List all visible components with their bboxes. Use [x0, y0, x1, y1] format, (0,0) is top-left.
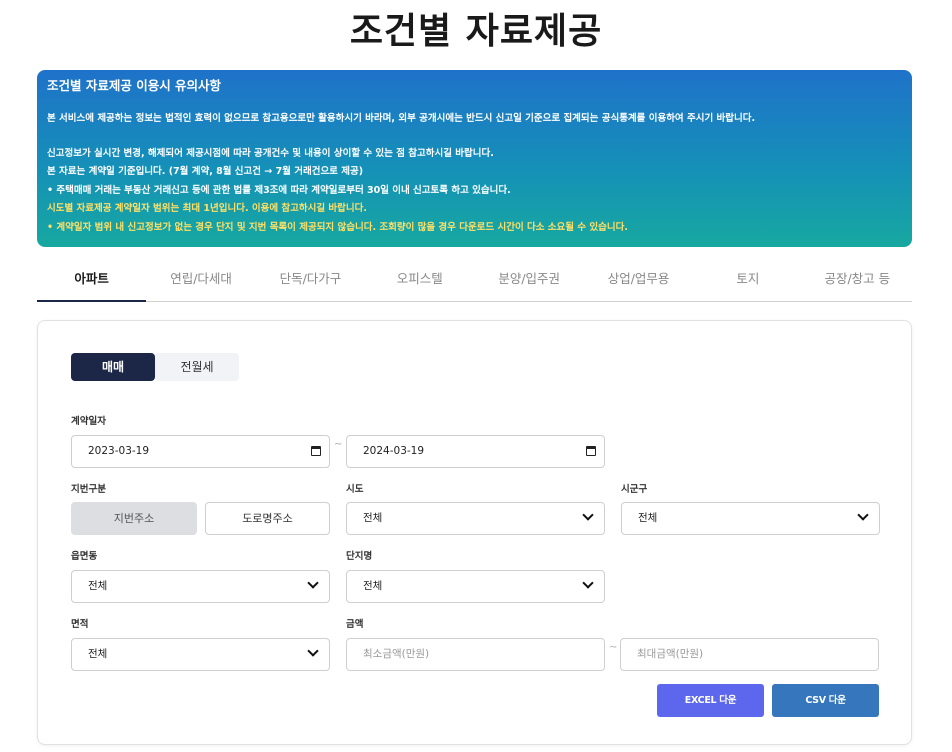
- notice-line-3: 본 자료는 계약일 기준입니다. (7월 계약, 8월 신고건 → 7월 거래건…: [47, 166, 364, 177]
- sale-button[interactable]: 매매: [71, 353, 155, 381]
- complex-select[interactable]: 전체: [346, 570, 605, 603]
- area-label: 면적: [71, 619, 89, 630]
- sido-select[interactable]: 전체: [346, 502, 605, 535]
- property-type-tabs: 아파트 연립/다세대 단독/다가구 오피스텔 분양/입주권 상업/업무용 토지 …: [37, 262, 912, 302]
- complex-label: 단지명: [346, 551, 373, 562]
- sigungu-value: 전체: [638, 512, 658, 524]
- lot-type-label: 지번구분: [71, 484, 106, 495]
- sido-value: 전체: [363, 512, 383, 524]
- excel-download-button[interactable]: EXCEL 다운: [657, 684, 764, 717]
- road-address-button[interactable]: 도로명주소: [205, 502, 330, 535]
- notice-line-4: • 주택매매 거래는 부동산 거래신고 등에 관한 법률 제3조에 따라 계약일…: [47, 184, 511, 196]
- chevron-down-icon: [307, 645, 319, 657]
- date-from-value: 2023-03-19: [88, 445, 150, 457]
- sigungu-select[interactable]: 전체: [621, 502, 880, 535]
- sigungu-label: 시군구: [621, 484, 648, 495]
- amount-label: 금액: [346, 619, 364, 630]
- area-select[interactable]: 전체: [71, 638, 330, 671]
- date-to-value: 2024-03-19: [363, 445, 425, 457]
- chevron-down-icon: [582, 509, 594, 521]
- contract-date-label: 계약일자: [71, 416, 106, 427]
- date-to-input[interactable]: 2024-03-19: [346, 435, 605, 468]
- rent-button[interactable]: 전월세: [155, 353, 239, 381]
- chevron-down-icon: [857, 509, 869, 521]
- tab-presale-right[interactable]: 분양/입주권: [475, 262, 584, 301]
- notice-line-1: 본 서비스에 제공하는 정보는 법적인 효력이 없으므로 참고용으로만 활용하시…: [47, 113, 756, 124]
- eupmyeondong-value: 전체: [88, 580, 108, 592]
- notice-line-5: 시도별 자료제공 계약일자 범위는 최대 1년입니다. 이용에 참고하시길 바랍…: [47, 203, 367, 214]
- notice-box: 조건별 자료제공 이용시 유의사항 본 서비스에 제공하는 정보는 법적인 효력…: [37, 70, 912, 247]
- tab-apartment[interactable]: 아파트: [37, 262, 147, 302]
- calendar-icon[interactable]: [311, 446, 321, 456]
- notice-line-2: 신고정보가 실시간 변경, 해제되어 제공시점에 따라 공개건수 및 내용이 상…: [47, 147, 494, 159]
- tab-officetel[interactable]: 오피스텔: [365, 262, 474, 301]
- tab-detached-house[interactable]: 단독/다가구: [256, 262, 365, 301]
- date-from-input[interactable]: 2023-03-19: [71, 435, 330, 468]
- min-amount-input[interactable]: 최소금액(만원): [346, 638, 605, 671]
- area-value: 전체: [88, 648, 108, 660]
- csv-download-button[interactable]: CSV 다운: [772, 684, 879, 717]
- chevron-down-icon: [307, 577, 319, 589]
- calendar-icon[interactable]: [586, 446, 596, 456]
- tab-row-house[interactable]: 연립/다세대: [146, 262, 255, 301]
- eupmyeondong-label: 읍면동: [71, 551, 98, 562]
- amount-separator: ~: [609, 642, 618, 653]
- trade-type-toggle: 매매 전월세: [71, 353, 239, 381]
- sido-label: 시도: [346, 484, 364, 495]
- date-separator: ~: [334, 439, 343, 450]
- page-title: 조건별 자료제공: [349, 11, 603, 52]
- chevron-down-icon: [582, 577, 594, 589]
- notice-line-6: • 계약일자 범위 내 신고정보가 없는 경우 단지 및 지번 목록이 제공되지…: [47, 221, 628, 233]
- tab-factory-warehouse[interactable]: 공장/창고 등: [803, 262, 912, 301]
- notice-title: 조건별 자료제공 이용시 유의사항: [47, 78, 222, 93]
- tab-commercial[interactable]: 상업/업무용: [584, 262, 693, 301]
- complex-value: 전체: [363, 580, 383, 592]
- max-amount-input[interactable]: 최대금액(만원): [620, 638, 879, 671]
- search-panel: 매매 전월세 계약일자 2023-03-19 ~ 2024-03-19 지번구분…: [37, 320, 912, 745]
- lot-address-button[interactable]: 지번주소: [71, 502, 197, 535]
- eupmyeondong-select[interactable]: 전체: [71, 570, 330, 603]
- tab-land[interactable]: 토지: [693, 262, 802, 301]
